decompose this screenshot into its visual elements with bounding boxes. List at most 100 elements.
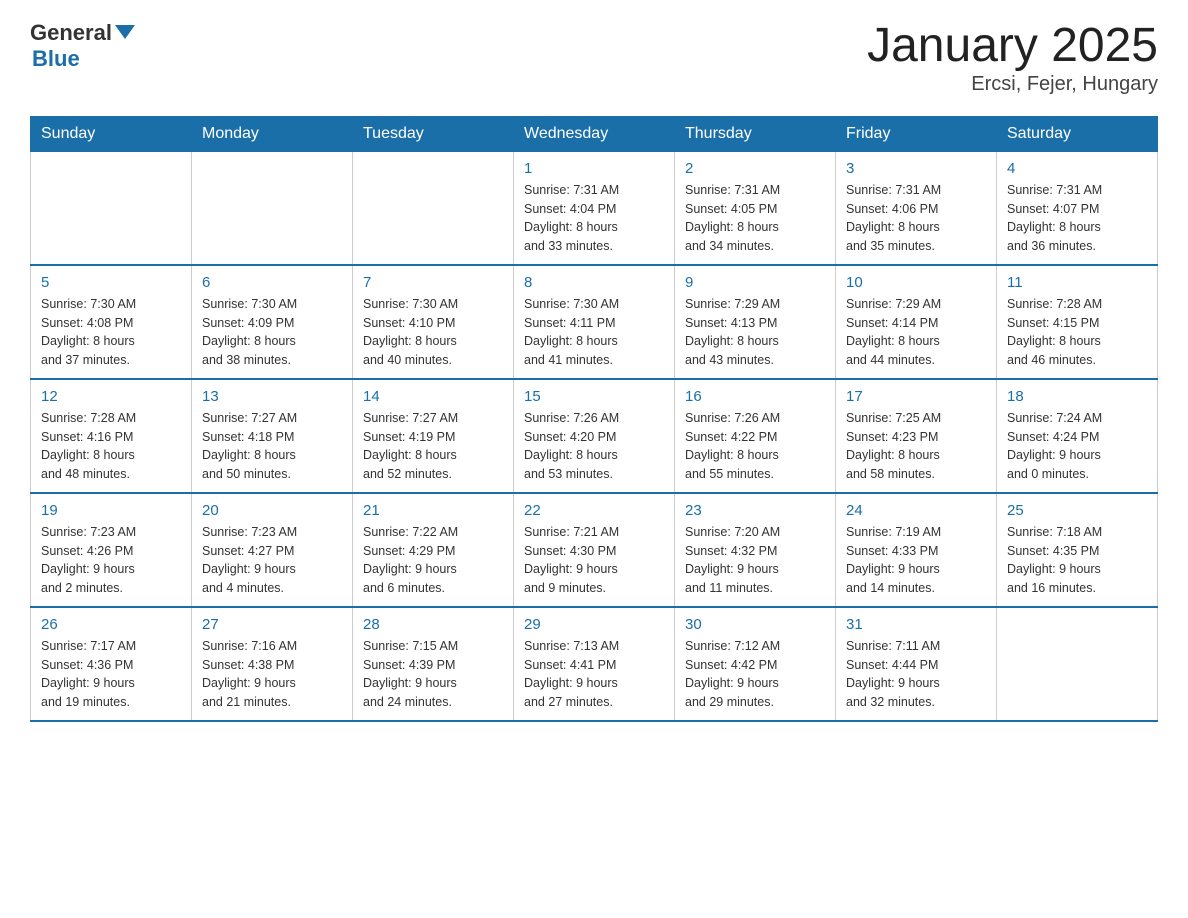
- weekday-header-tuesday: Tuesday: [353, 116, 514, 151]
- day-number: 11: [1007, 274, 1147, 291]
- calendar-cell: [31, 151, 192, 265]
- calendar-cell: 12Sunrise: 7:28 AM Sunset: 4:16 PM Dayli…: [31, 379, 192, 493]
- calendar-body: 1Sunrise: 7:31 AM Sunset: 4:04 PM Daylig…: [31, 151, 1158, 721]
- day-info: Sunrise: 7:22 AM Sunset: 4:29 PM Dayligh…: [363, 523, 503, 598]
- calendar-cell: 21 Sunrise: 7:22 AM Sunset: 4:29 PM Dayli…: [353, 493, 514, 607]
- day-info: Sunrise: 7:31 AM Sunset: 4:05 PM Dayligh…: [685, 181, 825, 256]
- weekday-header-sunday: Sunday: [31, 116, 192, 151]
- day-number: 27: [202, 616, 342, 633]
- calendar-week-1: 1Sunrise: 7:31 AM Sunset: 4:04 PM Daylig…: [31, 151, 1158, 265]
- day-info: Sunrise: 7:29 AM Sunset: 4:14 PM Dayligh…: [846, 295, 986, 370]
- calendar-cell: [997, 607, 1158, 721]
- day-info: Sunrise: 7:21 AM Sunset: 4:30 PM Dayligh…: [524, 523, 664, 598]
- weekday-header-wednesday: Wednesday: [514, 116, 675, 151]
- weekday-header-thursday: Thursday: [675, 116, 836, 151]
- calendar-cell: 1Sunrise: 7:31 AM Sunset: 4:04 PM Daylig…: [514, 151, 675, 265]
- day-info: Sunrise: 7:29 AM Sunset: 4:13 PM Dayligh…: [685, 295, 825, 370]
- day-number: 20: [202, 502, 342, 519]
- calendar-cell: 22 Sunrise: 7:21 AM Sunset: 4:30 PM Dayli…: [514, 493, 675, 607]
- calendar-week-3: 12Sunrise: 7:28 AM Sunset: 4:16 PM Dayli…: [31, 379, 1158, 493]
- calendar-cell: 23 Sunrise: 7:20 AM Sunset: 4:32 PM Dayli…: [675, 493, 836, 607]
- logo-general-text: General: [30, 20, 112, 46]
- day-number: 29: [524, 616, 664, 633]
- title-block: January 2025 Ercsi, Fejer, Hungary: [867, 20, 1158, 96]
- calendar-cell: 9 Sunrise: 7:29 AM Sunset: 4:13 PM Daylig…: [675, 265, 836, 379]
- calendar-subtitle: Ercsi, Fejer, Hungary: [867, 73, 1158, 96]
- calendar-cell: 13 Sunrise: 7:27 AM Sunset: 4:18 PM Dayli…: [192, 379, 353, 493]
- calendar-week-5: 26 Sunrise: 7:17 AM Sunset: 4:36 PM Dayli…: [31, 607, 1158, 721]
- day-number: 24: [846, 502, 986, 519]
- day-number: 16: [685, 388, 825, 405]
- calendar-cell: 17 Sunrise: 7:25 AM Sunset: 4:23 PM Dayli…: [836, 379, 997, 493]
- calendar-cell: 29 Sunrise: 7:13 AM Sunset: 4:41 PM Dayli…: [514, 607, 675, 721]
- calendar-cell: 3Sunrise: 7:31 AM Sunset: 4:06 PM Daylig…: [836, 151, 997, 265]
- day-number: 10: [846, 274, 986, 291]
- day-info: Sunrise: 7:30 AM Sunset: 4:11 PM Dayligh…: [524, 295, 664, 370]
- day-info: Sunrise: 7:30 AM Sunset: 4:08 PM Dayligh…: [41, 295, 181, 370]
- calendar-cell: 14Sunrise: 7:27 AM Sunset: 4:19 PM Dayli…: [353, 379, 514, 493]
- day-info: Sunrise: 7:30 AM Sunset: 4:10 PM Dayligh…: [363, 295, 503, 370]
- day-info: Sunrise: 7:20 AM Sunset: 4:32 PM Dayligh…: [685, 523, 825, 598]
- day-number: 21: [363, 502, 503, 519]
- day-number: 7: [363, 274, 503, 291]
- day-number: 26: [41, 616, 181, 633]
- calendar-cell: 28Sunrise: 7:15 AM Sunset: 4:39 PM Dayli…: [353, 607, 514, 721]
- calendar-cell: [192, 151, 353, 265]
- page-header: General Blue January 2025 Ercsi, Fejer, …: [30, 20, 1158, 96]
- day-info: Sunrise: 7:25 AM Sunset: 4:23 PM Dayligh…: [846, 409, 986, 484]
- day-info: Sunrise: 7:16 AM Sunset: 4:38 PM Dayligh…: [202, 637, 342, 712]
- logo-triangle-icon: [115, 25, 135, 39]
- calendar-cell: 10 Sunrise: 7:29 AM Sunset: 4:14 PM Dayli…: [836, 265, 997, 379]
- calendar-week-4: 19Sunrise: 7:23 AM Sunset: 4:26 PM Dayli…: [31, 493, 1158, 607]
- calendar-cell: 24Sunrise: 7:19 AM Sunset: 4:33 PM Dayli…: [836, 493, 997, 607]
- day-number: 25: [1007, 502, 1147, 519]
- day-number: 4: [1007, 160, 1147, 177]
- calendar-cell: 25 Sunrise: 7:18 AM Sunset: 4:35 PM Dayli…: [997, 493, 1158, 607]
- calendar-cell: 5Sunrise: 7:30 AM Sunset: 4:08 PM Daylig…: [31, 265, 192, 379]
- day-info: Sunrise: 7:17 AM Sunset: 4:36 PM Dayligh…: [41, 637, 181, 712]
- day-number: 8: [524, 274, 664, 291]
- day-number: 17: [846, 388, 986, 405]
- calendar-cell: 7 Sunrise: 7:30 AM Sunset: 4:10 PM Daylig…: [353, 265, 514, 379]
- day-number: 23: [685, 502, 825, 519]
- day-info: Sunrise: 7:13 AM Sunset: 4:41 PM Dayligh…: [524, 637, 664, 712]
- calendar-cell: 8 Sunrise: 7:30 AM Sunset: 4:11 PM Daylig…: [514, 265, 675, 379]
- day-info: Sunrise: 7:23 AM Sunset: 4:26 PM Dayligh…: [41, 523, 181, 598]
- day-info: Sunrise: 7:31 AM Sunset: 4:04 PM Dayligh…: [524, 181, 664, 256]
- day-info: Sunrise: 7:26 AM Sunset: 4:22 PM Dayligh…: [685, 409, 825, 484]
- weekday-header-monday: Monday: [192, 116, 353, 151]
- day-info: Sunrise: 7:24 AM Sunset: 4:24 PM Dayligh…: [1007, 409, 1147, 484]
- calendar-cell: 18Sunrise: 7:24 AM Sunset: 4:24 PM Dayli…: [997, 379, 1158, 493]
- day-info: Sunrise: 7:28 AM Sunset: 4:15 PM Dayligh…: [1007, 295, 1147, 370]
- weekday-header-saturday: Saturday: [997, 116, 1158, 151]
- calendar-cell: [353, 151, 514, 265]
- day-number: 12: [41, 388, 181, 405]
- day-number: 13: [202, 388, 342, 405]
- calendar-table: SundayMondayTuesdayWednesdayThursdayFrid…: [30, 116, 1158, 722]
- calendar-cell: 11 Sunrise: 7:28 AM Sunset: 4:15 PM Dayli…: [997, 265, 1158, 379]
- day-number: 22: [524, 502, 664, 519]
- day-number: 31: [846, 616, 986, 633]
- day-info: Sunrise: 7:27 AM Sunset: 4:18 PM Dayligh…: [202, 409, 342, 484]
- calendar-week-2: 5Sunrise: 7:30 AM Sunset: 4:08 PM Daylig…: [31, 265, 1158, 379]
- day-info: Sunrise: 7:15 AM Sunset: 4:39 PM Dayligh…: [363, 637, 503, 712]
- day-info: Sunrise: 7:30 AM Sunset: 4:09 PM Dayligh…: [202, 295, 342, 370]
- calendar-cell: 19Sunrise: 7:23 AM Sunset: 4:26 PM Dayli…: [31, 493, 192, 607]
- day-info: Sunrise: 7:26 AM Sunset: 4:20 PM Dayligh…: [524, 409, 664, 484]
- day-number: 9: [685, 274, 825, 291]
- day-info: Sunrise: 7:18 AM Sunset: 4:35 PM Dayligh…: [1007, 523, 1147, 598]
- calendar-title: January 2025: [867, 20, 1158, 73]
- logo: General Blue: [30, 20, 135, 72]
- day-number: 14: [363, 388, 503, 405]
- day-info: Sunrise: 7:12 AM Sunset: 4:42 PM Dayligh…: [685, 637, 825, 712]
- logo-blue-text: Blue: [32, 46, 80, 71]
- day-info: Sunrise: 7:23 AM Sunset: 4:27 PM Dayligh…: [202, 523, 342, 598]
- calendar-cell: 26 Sunrise: 7:17 AM Sunset: 4:36 PM Dayli…: [31, 607, 192, 721]
- calendar-cell: 27 Sunrise: 7:16 AM Sunset: 4:38 PM Dayli…: [192, 607, 353, 721]
- day-info: Sunrise: 7:31 AM Sunset: 4:06 PM Dayligh…: [846, 181, 986, 256]
- calendar-cell: 31Sunrise: 7:11 AM Sunset: 4:44 PM Dayli…: [836, 607, 997, 721]
- day-number: 15: [524, 388, 664, 405]
- calendar-cell: 30Sunrise: 7:12 AM Sunset: 4:42 PM Dayli…: [675, 607, 836, 721]
- day-info: Sunrise: 7:31 AM Sunset: 4:07 PM Dayligh…: [1007, 181, 1147, 256]
- calendar-cell: 6Sunrise: 7:30 AM Sunset: 4:09 PM Daylig…: [192, 265, 353, 379]
